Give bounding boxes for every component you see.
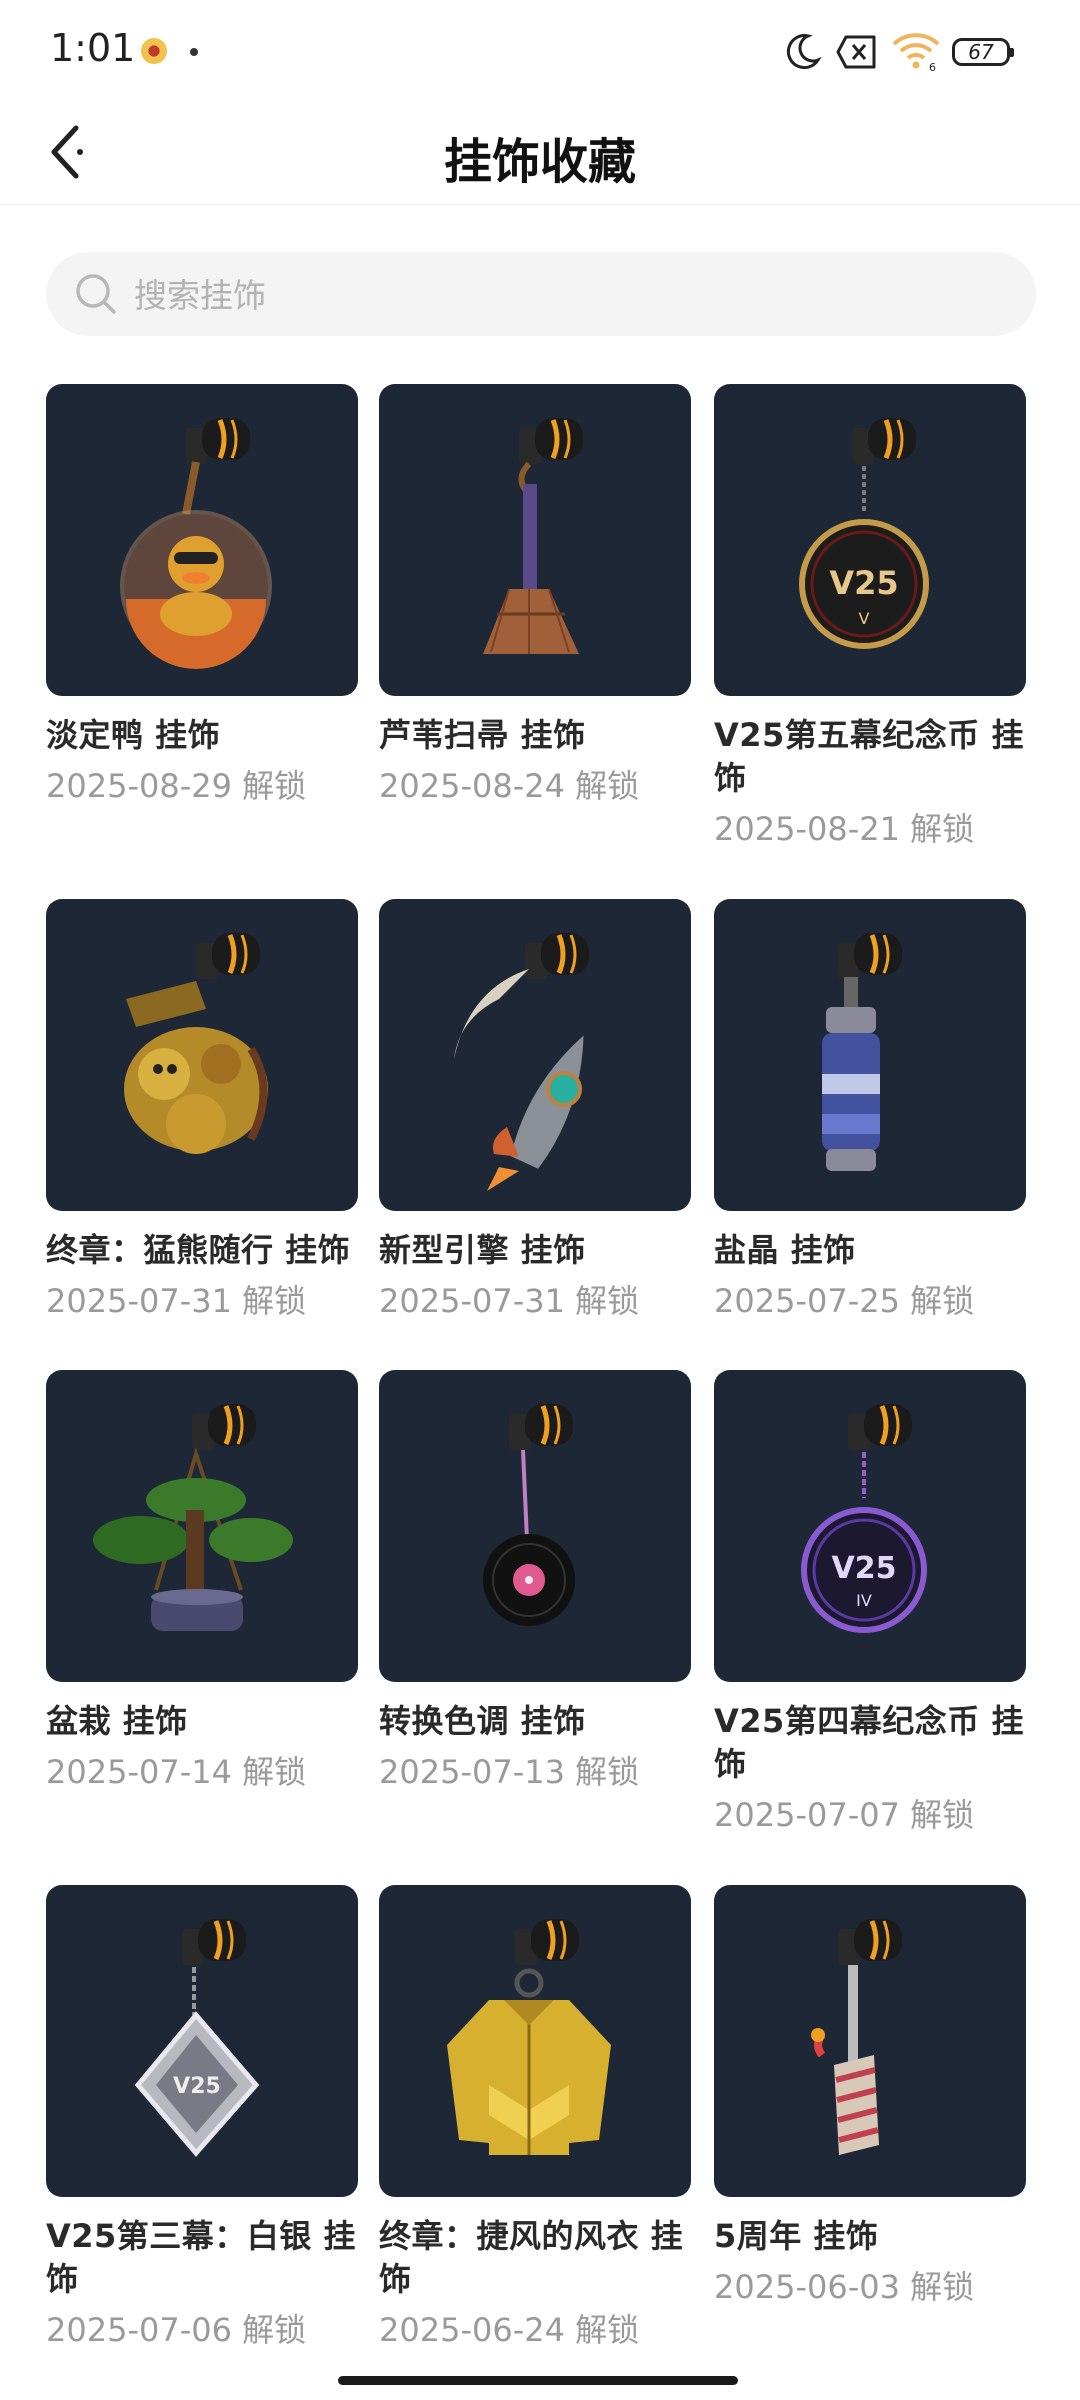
charm-name: 盆栽 挂饰 [46, 1702, 188, 1740]
charm-card[interactable]: 终章：猛熊随行 挂饰 2025-07-31 解锁 [46, 899, 358, 1323]
charm-thumbnail[interactable] [379, 1885, 691, 2197]
page-title: 挂饰收藏 [443, 134, 636, 190]
charm-name: V25第四幕纪念币 挂饰 [714, 1702, 1024, 1783]
charm-card[interactable]: 转换色调 挂饰 2025-07-13 解锁 [379, 1370, 691, 1794]
charm-card[interactable]: V25 V25第三幕：白银 挂饰 2025-07-06 解锁 [46, 1885, 358, 2352]
charm-name: 终章：猛熊随行 挂饰 [46, 1231, 351, 1269]
charm-name: V25第三幕：白银 挂饰 [46, 2217, 356, 2298]
charm-thumbnail[interactable] [379, 1370, 691, 1682]
vinyl-record-charm-icon [483, 1404, 575, 1626]
svg-text:V25: V25 [829, 564, 898, 602]
charm-thumbnail[interactable] [379, 899, 691, 1211]
charm-card[interactable]: 淡定鸭 挂饰 2025-08-29 解锁 [46, 384, 358, 808]
search-icon [76, 274, 116, 314]
charm-name: 5周年 挂饰 [714, 2217, 879, 2255]
charm-card[interactable]: 芦苇扫帚 挂饰 2025-08-24 解锁 [379, 384, 691, 808]
salt-crystal-charm-icon [822, 933, 902, 1171]
charm-card[interactable]: V25 V V25第五幕纪念币 挂饰 2025-08-21 解锁 [714, 384, 1026, 851]
battery-level: 67 [952, 38, 1014, 66]
unlock-date: 2025-08-21 解锁 [714, 810, 975, 848]
charm-thumbnail[interactable] [46, 384, 358, 696]
silver-diamond-charm-icon: V25 [134, 1919, 260, 2157]
svg-text:V: V [859, 609, 870, 628]
unlock-date: 2025-07-13 解锁 [379, 1753, 640, 1791]
search-input[interactable] [132, 252, 996, 338]
charm-card[interactable]: 终章：捷风的风衣 挂饰 2025-06-24 解锁 [379, 1885, 691, 2352]
unlock-date: 2025-06-03 解锁 [714, 2268, 975, 2306]
charm-thumbnail[interactable] [46, 1370, 358, 1682]
unlock-date: 2025-07-07 解锁 [714, 1796, 975, 1834]
golden-bear-charm-icon [124, 933, 268, 1154]
status-bar: 1:01 6 67 [0, 0, 1080, 100]
header: 挂饰收藏 [0, 100, 1080, 205]
charm-name: 新型引擎 挂饰 [379, 1231, 586, 1269]
charm-name: 盐晶 挂饰 [714, 1231, 856, 1269]
jacket-charm-icon [447, 1919, 611, 2155]
cake-charm-icon [811, 1919, 902, 2155]
svg-text:6: 6 [929, 61, 936, 72]
charm-thumbnail[interactable]: V25 [46, 1885, 358, 2197]
charm-card[interactable]: 新型引擎 挂饰 2025-07-31 解锁 [379, 899, 691, 1323]
unlock-date: 2025-07-06 解锁 [46, 2311, 307, 2349]
unlock-date: 2025-07-31 解锁 [46, 1282, 307, 1320]
notification-app-icon [141, 38, 167, 64]
unlock-date: 2025-07-25 解锁 [714, 1282, 975, 1320]
charm-thumbnail[interactable]: V25 V [714, 384, 1026, 696]
bonsai-charm-icon [93, 1404, 293, 1631]
wifi-icon: 6 [892, 33, 940, 72]
notification-dot-icon [190, 48, 198, 56]
charm-name: 淡定鸭 挂饰 [46, 716, 221, 754]
no-sim-icon [836, 35, 876, 69]
unlock-date: 2025-07-14 解锁 [46, 1753, 307, 1791]
moon-icon [786, 34, 822, 70]
charm-name: 芦苇扫帚 挂饰 [379, 716, 586, 754]
charm-thumbnail[interactable] [714, 1885, 1026, 2197]
home-indicator[interactable] [338, 2376, 738, 2385]
v25-iv-coin-charm-icon: V25 IV [801, 1404, 927, 1633]
charm-thumbnail[interactable] [379, 384, 691, 696]
charm-thumbnail[interactable] [46, 899, 358, 1211]
charm-thumbnail[interactable]: V25 IV [714, 1370, 1026, 1682]
duck-charm-icon [120, 418, 272, 669]
unlock-date: 2025-06-24 解锁 [379, 2311, 640, 2349]
rocket-charm-icon [454, 933, 589, 1191]
svg-text:V25: V25 [832, 1551, 897, 1586]
unlock-date: 2025-08-29 解锁 [46, 767, 307, 805]
charm-card[interactable]: 盆栽 挂饰 2025-07-14 解锁 [46, 1370, 358, 1794]
svg-text:IV: IV [856, 1591, 872, 1610]
unlock-date: 2025-07-31 解锁 [379, 1282, 640, 1320]
unlock-date: 2025-08-24 解锁 [379, 767, 640, 805]
charm-card[interactable]: V25 IV V25第四幕纪念币 挂饰 2025-07-07 解锁 [714, 1370, 1026, 1837]
svg-text:V25: V25 [173, 2074, 221, 2099]
charm-name: 终章：捷风的风衣 挂饰 [379, 2217, 684, 2298]
charm-name: V25第五幕纪念币 挂饰 [714, 716, 1024, 797]
broom-charm-icon [483, 418, 583, 654]
status-time: 1:01 [50, 26, 136, 70]
charm-card[interactable]: 5周年 挂饰 2025-06-03 解锁 [714, 1885, 1026, 2309]
v25-coin-charm-icon: V25 V [799, 418, 929, 649]
charm-thumbnail[interactable] [714, 899, 1026, 1211]
charm-name: 转换色调 挂饰 [379, 1702, 586, 1740]
search-bar[interactable] [46, 252, 1036, 338]
charm-card[interactable]: 盐晶 挂饰 2025-07-25 解锁 [714, 899, 1026, 1323]
